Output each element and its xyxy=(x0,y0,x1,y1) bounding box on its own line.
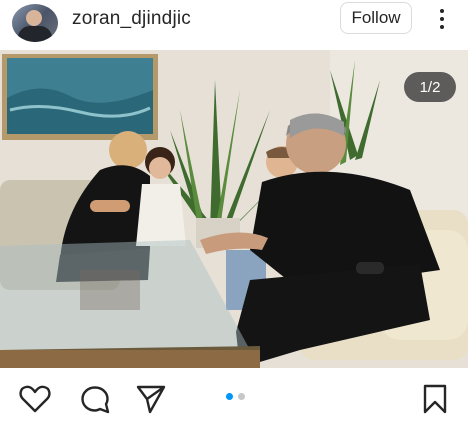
action-bar xyxy=(0,368,468,430)
image-counter: 1/2 xyxy=(404,72,456,102)
heart-icon[interactable] xyxy=(18,382,52,416)
avatar[interactable] xyxy=(12,4,58,42)
post-image[interactable]: 1/2 xyxy=(0,50,468,368)
more-dot xyxy=(440,25,444,29)
avatar-body xyxy=(18,26,52,42)
carousel-dots xyxy=(226,393,245,400)
username[interactable]: zoran_djindjic xyxy=(72,8,191,30)
more-vertical-icon[interactable] xyxy=(432,4,452,34)
post-photo xyxy=(0,50,468,368)
comment-icon[interactable] xyxy=(78,382,112,416)
post-header: zoran_djindjic Follow xyxy=(0,0,468,50)
more-dot xyxy=(440,17,444,21)
more-dot xyxy=(440,9,444,13)
carousel-dot xyxy=(238,393,245,400)
bookmark-icon[interactable] xyxy=(418,382,452,416)
follow-button[interactable]: Follow xyxy=(340,2,412,34)
carousel-dot-active xyxy=(226,393,233,400)
avatar-head xyxy=(26,10,42,26)
send-icon[interactable] xyxy=(134,382,168,416)
